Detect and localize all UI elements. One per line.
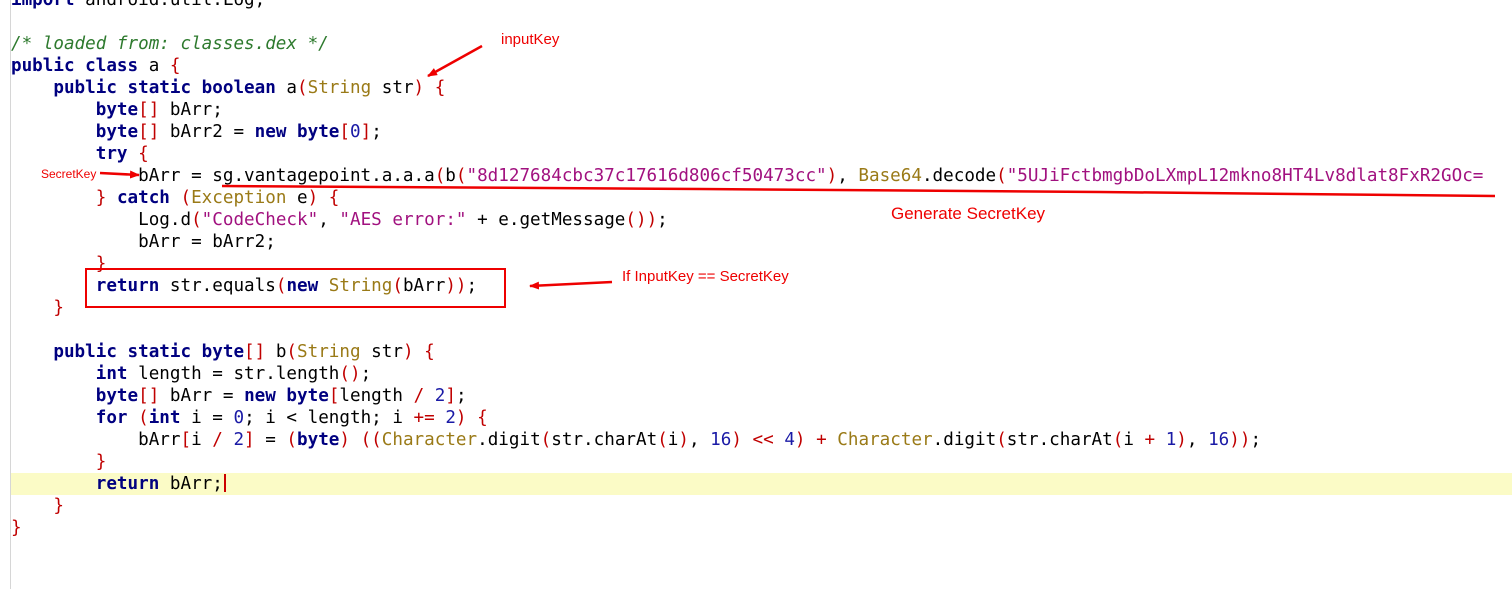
input-key-arrow bbox=[427, 44, 483, 78]
secret-key-label: SecretKey bbox=[41, 167, 97, 181]
annotation-overlay bbox=[99, 44, 1496, 290]
compare-arrow bbox=[529, 280, 613, 290]
input-key-label: inputKey bbox=[501, 31, 560, 48]
secret-key-arrow bbox=[99, 170, 140, 179]
compare-label: If InputKey == SecretKey bbox=[622, 268, 789, 285]
generate-secret-key-label: Generate SecretKey bbox=[891, 204, 1046, 223]
generate-secret-key-underline bbox=[221, 184, 1496, 198]
